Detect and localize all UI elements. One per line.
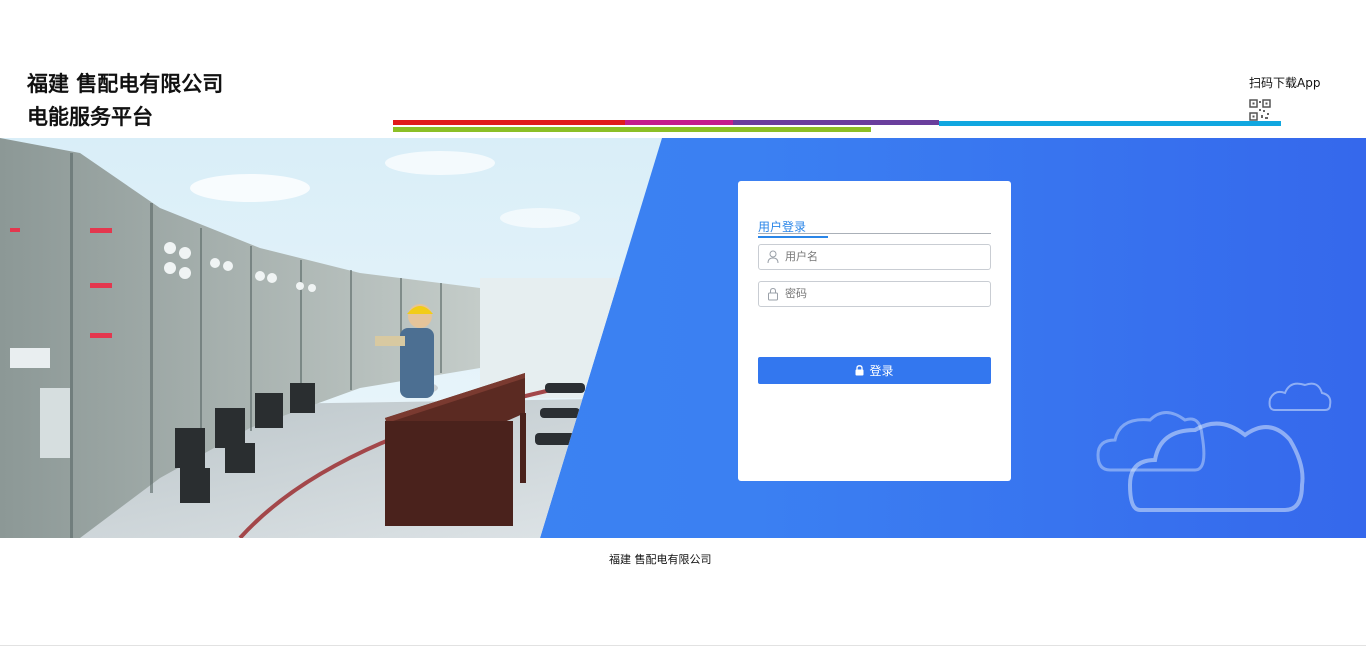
page-header: 福建 售配电有限公司 电能服务平台 扫码下载App: [0, 0, 1366, 138]
power-control-room-photo: [0, 138, 662, 538]
stripe-purple: [733, 120, 939, 125]
stripe-blue: [939, 121, 1281, 126]
lock-icon: [768, 287, 778, 301]
divider: [0, 645, 1366, 646]
password-field[interactable]: [758, 281, 991, 307]
username-input[interactable]: [785, 247, 983, 265]
login-tab[interactable]: 用户登录: [758, 216, 991, 238]
hero-banner: [0, 138, 1366, 538]
stripe-magenta: [625, 120, 733, 125]
stripe-red: [393, 120, 625, 125]
user-icon: [767, 250, 779, 264]
site-title: 福建 售配电有限公司 电能服务平台: [27, 68, 357, 134]
footer-company: 福建 售配电有限公司: [609, 553, 712, 566]
cloud-icon: [1096, 382, 1332, 512]
login-card: 用户登录 登录: [738, 181, 1011, 481]
username-field[interactable]: [758, 244, 991, 270]
lock-icon: [855, 365, 864, 376]
platform-name: 电能服务平台: [27, 105, 153, 129]
login-tab-label: 用户登录: [758, 220, 829, 238]
qr-code-icon[interactable]: [1249, 99, 1271, 121]
login-button[interactable]: 登录: [758, 357, 991, 384]
company-name: 福建 售配电有限公司: [27, 72, 224, 96]
password-input[interactable]: [785, 284, 983, 302]
login-button-label: 登录: [869, 364, 894, 378]
stripe-green: [393, 127, 871, 132]
app-download-link[interactable]: 扫码下载App: [1249, 74, 1320, 91]
